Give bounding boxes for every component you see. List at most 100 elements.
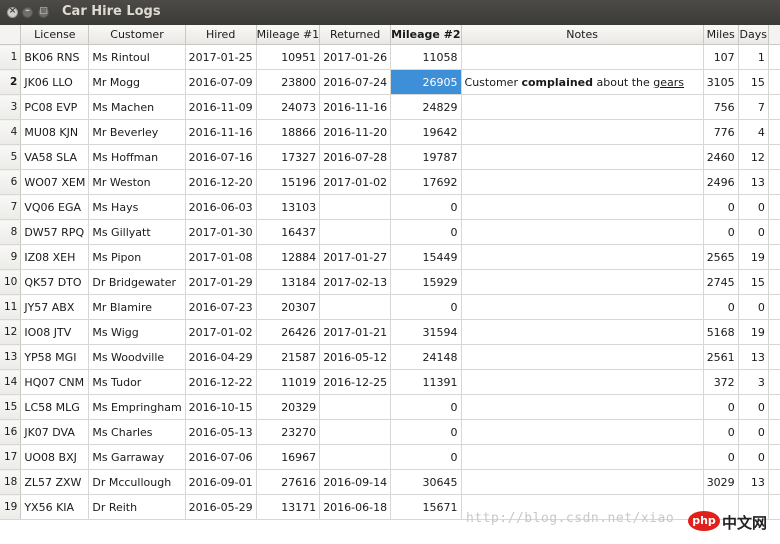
cell-hired[interactable]: 2017-01-29 — [185, 269, 257, 295]
table-row[interactable]: 11 JY57 ABX Mr Blamire 2016-07-23 20307 0 0 0 — [0, 294, 780, 320]
cell-mileage-1[interactable]: 16437 — [256, 219, 321, 245]
row-header[interactable]: 16 — [0, 419, 22, 445]
cell-returned[interactable]: 2016-09-14 — [319, 469, 392, 495]
cell-returned[interactable]: 2016-11-20 — [319, 119, 392, 145]
cell-mileage-1[interactable]: 13184 — [256, 269, 321, 295]
cell-hired[interactable]: 2016-07-06 — [185, 444, 257, 470]
cell-days[interactable]: 0 — [738, 394, 769, 420]
cell-license[interactable]: WO07 XEM — [20, 169, 90, 195]
cell-miles[interactable]: 0 — [703, 219, 739, 245]
cell-miles[interactable]: 0 — [703, 194, 739, 220]
cell-notes[interactable] — [461, 319, 704, 345]
cell-days[interactable]: 13 — [738, 169, 769, 195]
cell-miles[interactable]: 0 — [703, 294, 739, 320]
cell-days[interactable]: 1 — [738, 44, 769, 70]
cell-mileage-2[interactable]: 11391 — [390, 369, 462, 395]
cell-license[interactable]: JY57 ABX — [20, 294, 90, 320]
cell-miles[interactable]: 2565 — [703, 244, 739, 270]
cell-notes[interactable] — [461, 369, 704, 395]
cell-miles[interactable]: 0 — [703, 394, 739, 420]
cell-returned[interactable]: 2016-12-25 — [319, 369, 392, 395]
row-header[interactable]: 17 — [0, 444, 22, 470]
cell-days[interactable]: 15 — [738, 69, 769, 95]
cell-customer[interactable]: Ms Tudor — [88, 369, 186, 395]
maximize-window-button[interactable]: □ — [38, 6, 49, 18]
cell-license[interactable]: HQ07 CNM — [20, 369, 90, 395]
cell-days[interactable]: 0 — [738, 419, 769, 445]
cell-miles[interactable]: 0 — [703, 419, 739, 445]
cell-days[interactable]: 7 — [738, 94, 769, 120]
row-header[interactable]: 7 — [0, 194, 22, 220]
cell-mileage-2[interactable]: 15929 — [390, 269, 462, 295]
cell-notes[interactable] — [461, 269, 704, 295]
cell-mileage-1[interactable]: 12884 — [256, 244, 321, 270]
cell-license[interactable]: QK57 DTO — [20, 269, 90, 295]
column-header-miles[interactable]: Miles — [703, 25, 739, 45]
row-header[interactable]: 19 — [0, 494, 22, 520]
cell-customer[interactable]: Ms Garraway — [88, 444, 186, 470]
cell-mileage-2[interactable]: 30645 — [390, 469, 462, 495]
cell-days[interactable]: 19 — [738, 244, 769, 270]
cell-license[interactable]: YP58 MGI — [20, 344, 90, 370]
cell-mileage-2[interactable]: 0 — [390, 394, 462, 420]
cell-notes[interactable] — [461, 94, 704, 120]
cell-notes[interactable] — [461, 419, 704, 445]
column-header-returned[interactable]: Returned — [319, 25, 392, 45]
cell-returned[interactable]: 2016-07-24 — [319, 69, 392, 95]
cell-notes[interactable] — [461, 394, 704, 420]
table-row[interactable]: 17 UO08 BXJ Ms Garraway 2016-07-06 16967 0 0 0 — [0, 444, 780, 470]
cell-days[interactable]: 13 — [738, 344, 769, 370]
cell-hired[interactable]: 2016-07-16 — [185, 144, 257, 170]
cell-hired[interactable]: 2017-01-30 — [185, 219, 257, 245]
cell-customer[interactable]: Dr Reith — [88, 494, 186, 520]
cell-returned[interactable]: 2016-06-18 — [319, 494, 392, 520]
cell-returned[interactable]: 2016-07-28 — [319, 144, 392, 170]
cell-hired[interactable]: 2016-11-16 — [185, 119, 257, 145]
cell-notes[interactable] — [461, 144, 704, 170]
cell-license[interactable]: YX56 KIA — [20, 494, 90, 520]
cell-customer[interactable]: Ms Pipon — [88, 244, 186, 270]
cell-mileage-1[interactable]: 10951 — [256, 44, 321, 70]
cell-returned[interactable]: 2017-02-13 — [319, 269, 392, 295]
cell-returned[interactable]: 2016-05-12 — [319, 344, 392, 370]
cell-mileage-1[interactable]: 23800 — [256, 69, 321, 95]
cell-days[interactable]: 12 — [738, 144, 769, 170]
cell-notes[interactable]: Customer complained about the gears — [461, 69, 704, 95]
row-header[interactable]: 4 — [0, 119, 22, 145]
cell-mileage-2[interactable]: 15671 — [390, 494, 462, 520]
column-header-customer[interactable]: Customer — [88, 25, 186, 45]
cell-hired[interactable]: 2016-10-15 — [185, 394, 257, 420]
cell-customer[interactable]: Ms Wigg — [88, 319, 186, 345]
cell-returned[interactable]: 2017-01-02 — [319, 169, 392, 195]
row-header[interactable]: 1 — [0, 44, 22, 70]
cell-mileage-2[interactable]: 19642 — [390, 119, 462, 145]
table-row[interactable]: 6 WO07 XEM Mr Weston 2016-12-20 15196 2017-01… — [0, 169, 780, 195]
cell-hired[interactable]: 2016-05-13 — [185, 419, 257, 445]
cell-miles[interactable]: 3105 — [703, 69, 739, 95]
table-row[interactable]: 7 VQ06 EGA Ms Hays 2016-06-03 13103 0 0 0 — [0, 194, 780, 220]
cell-license[interactable]: IZ08 XEH — [20, 244, 90, 270]
row-header[interactable]: 9 — [0, 244, 22, 270]
cell-notes[interactable] — [461, 344, 704, 370]
row-header[interactable]: 11 — [0, 294, 22, 320]
column-header-notes[interactable]: Notes — [461, 25, 704, 45]
cell-mileage-1[interactable]: 11019 — [256, 369, 321, 395]
row-header[interactable]: 2 — [0, 69, 22, 95]
column-header-mileage-2[interactable]: Mileage #2 — [390, 25, 462, 45]
cell-returned[interactable]: 2017-01-27 — [319, 244, 392, 270]
cell-customer[interactable]: Mr Weston — [88, 169, 186, 195]
cell-customer[interactable]: Mr Blamire — [88, 294, 186, 320]
cell-license[interactable]: ZL57 ZXW — [20, 469, 90, 495]
cell-mileage-2[interactable]: 15449 — [390, 244, 462, 270]
cell-customer[interactable]: Ms Hoffman — [88, 144, 186, 170]
table-row[interactable]: 9 IZ08 XEH Ms Pipon 2017-01-08 12884 2017-01-… — [0, 244, 780, 270]
cell-mileage-2[interactable]: 0 — [390, 194, 462, 220]
table-row[interactable]: 8 DW57 RPQ Ms Gillyatt 2017-01-30 16437 0 0 0 — [0, 219, 780, 245]
cell-mileage-1[interactable]: 23270 — [256, 419, 321, 445]
table-row[interactable]: 1 BK06 RNS Ms Rintoul 2017-01-25 10951 2017-0… — [0, 44, 780, 70]
cell-days[interactable]: 0 — [738, 194, 769, 220]
cell-returned[interactable] — [319, 219, 392, 245]
cell-days[interactable]: 0 — [738, 219, 769, 245]
table-row[interactable]: 13 YP58 MGI Ms Woodville 2016-04-29 21587 201… — [0, 344, 780, 370]
cell-miles[interactable]: 756 — [703, 94, 739, 120]
